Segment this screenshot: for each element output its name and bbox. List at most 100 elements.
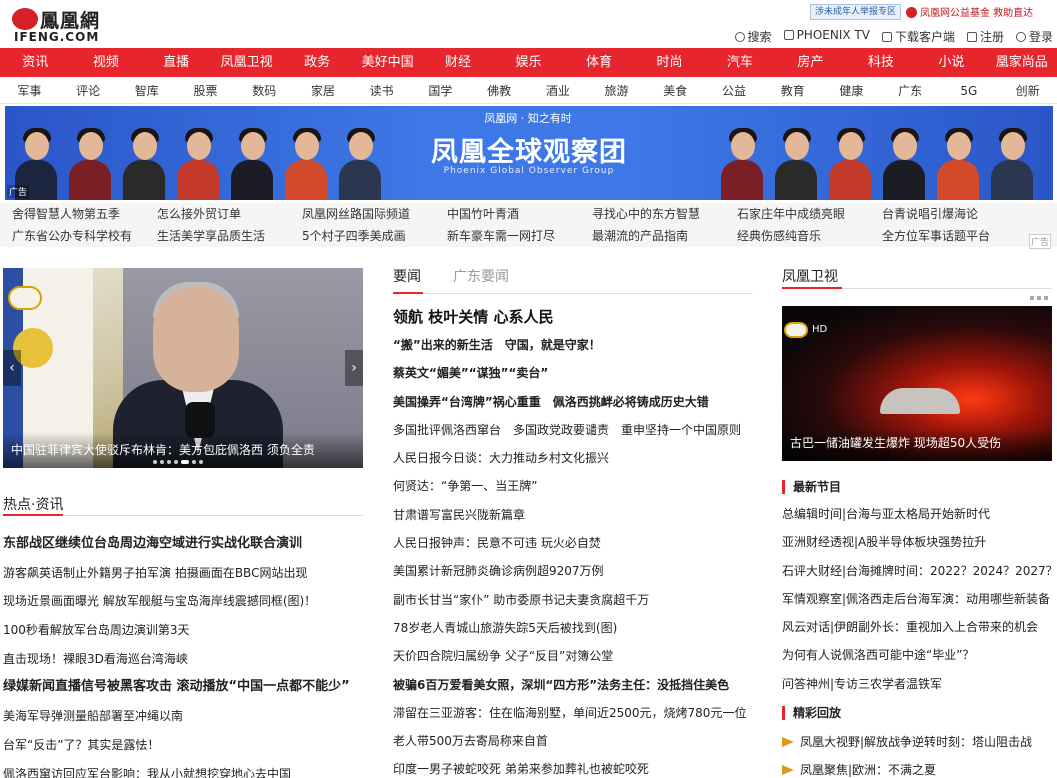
ad-link[interactable]: 石家庄年中成绩亮眼 [725,203,870,225]
new-show-item[interactable]: 军情观察室|佩洛西走后台海军演：动用哪些新装备 [782,585,1052,613]
ad-link[interactable]: 怎么接外贸订单 [145,203,290,225]
carousel-dot[interactable] [174,460,178,464]
headline-item[interactable]: 蔡英文“媚美”“谋独”“卖台” [393,359,753,387]
headline-item[interactable]: 美国操弄“台湾牌”祸心重重 佩洛西挑衅必将铸成历史大错 [393,388,753,416]
sub-nav-item[interactable]: 佛教 [470,78,529,103]
minor-report-badge[interactable]: 涉未成年人举报专区 [810,4,902,20]
new-show-item[interactable]: 亚洲财经透视|A股半导体板块强势拉升 [782,528,1052,556]
new-show-item[interactable]: 为何有人说佩洛西可能中途“毕业”？ [782,641,1052,669]
carousel-dot[interactable] [192,460,196,464]
sub-nav-item[interactable]: 公益 [705,78,764,103]
hot-news-item[interactable]: 绿媒新闻直播信号被黑客攻击 滚动播放“中国一点都不能少” [3,673,363,702]
main-nav-item[interactable]: 娱乐 [493,48,563,77]
new-show-item[interactable]: 问答神州|专访三农学者温铁军 [782,670,1052,698]
ad-link[interactable]: 最潮流的产品指南 [580,225,725,247]
video-caption[interactable]: 古巴一储油罐发生爆炸 现场超50人受伤 [790,434,1001,451]
carousel-dot[interactable] [199,460,203,464]
carousel-next-button[interactable]: › [345,350,363,386]
main-nav-item[interactable]: 时尚 [634,48,704,77]
sub-nav-item[interactable]: 酒业 [528,78,587,103]
main-nav-item[interactable]: 资讯 [0,48,70,77]
headline-item[interactable]: 印度一男子被蛇咬死 弟弟来参加葬礼也被蛇咬死 [393,755,753,778]
pager-dot[interactable] [1044,296,1048,300]
sub-nav-item[interactable]: 广东 [881,78,940,103]
carousel-dot[interactable] [153,460,157,464]
ad-link[interactable]: 广东省公办专科学校有 [0,225,145,247]
headline-item[interactable]: 副市长甘当“家仆” 助市委原书记夫妻贪腐超千万 [393,586,753,614]
phoenix-tv-section-title[interactable]: 凤凰卫视 [782,266,838,286]
top-headline[interactable]: 领航 枝叶关情 心系人民 [393,306,553,327]
main-nav-item[interactable]: 小说 [916,48,986,77]
top-nav-register[interactable]: 注册 [966,28,1004,45]
main-nav-item[interactable]: 财经 [423,48,493,77]
hot-news-item[interactable]: 美海军导弹测量船部署至冲绳以南 [3,702,363,731]
carousel-dot[interactable] [160,460,164,464]
carousel-dot[interactable] [167,460,171,464]
replay-item[interactable]: 凤凰大视野|解放战争逆转时刻：塔山阻击战 [782,728,1052,756]
new-show-item[interactable]: 风云对话|伊朗副外长：重视加入上合带来的机会 [782,613,1052,641]
main-nav-item[interactable]: 凤凰卫视 [211,48,281,77]
replay-item[interactable]: 凤凰聚焦|欧洲：不满之夏 [782,756,1052,778]
ad-link[interactable]: 新车豪车需一网打尽 [435,225,580,247]
pager-dot[interactable] [1030,296,1034,300]
sub-nav-item[interactable]: 股票 [176,78,235,103]
pager-dot[interactable] [1037,296,1041,300]
hot-news-item[interactable]: 100秒看解放军台岛周边演训第3天 [3,616,363,645]
hot-news-item[interactable]: 现场近景画面曝光 解放军舰艇与宝岛海岸线震撼同框(图)！ [3,587,363,616]
global-observer-banner[interactable]: 凤凰网 · 知之有时 凤凰全球观察团 Phoenix Global Observ… [5,106,1053,200]
carousel-prev-button[interactable]: ‹ [3,350,21,386]
ifeng-logo[interactable]: 鳳凰網 IFENG.COM [12,6,117,44]
ad-link[interactable]: 5个村子四季美成画 [290,225,435,247]
main-nav-item[interactable]: 房产 [775,48,845,77]
sub-nav-item[interactable]: 教育 [763,78,822,103]
news-carousel[interactable]: 中国驻菲律宾大使驳斥布林肯：美方包庇佩洛西 须负全责 ‹ › [3,268,363,468]
charity-link[interactable]: 凤凰网公益基金 救助直达 [906,4,1033,19]
main-nav-item[interactable]: 视频 [70,48,140,77]
headline-item[interactable]: 78岁老人青城山旅游失踪5天后被找到(图) [393,614,753,642]
hot-news-item[interactable]: 东部战区继续位台岛周边海空域进行实战化联合演训 [3,530,363,559]
headline-item[interactable]: 多国批评佩洛西窜台 多国政党政要谴责 重申坚持一个中国原则 [393,416,753,444]
hot-news-item[interactable]: 游客飙英语制止外籍男子拍军演 拍摄画面在BBC网站出现 [3,559,363,588]
video-pager-dots[interactable] [1030,296,1048,300]
sub-nav-item[interactable]: 5G [940,78,999,103]
featured-video[interactable]: HD 古巴一储油罐发生爆炸 现场超50人受伤 [782,306,1052,461]
main-nav-item[interactable]: 直播 [141,48,211,77]
main-nav-item[interactable]: 凰家尚品 [987,48,1057,77]
ad-link[interactable]: 凤凰网丝路国际频道 [290,203,435,225]
ad-link[interactable]: 全方位军事话题平台 [870,225,1015,247]
ad-link[interactable]: 寻找心中的东方智慧 [580,203,725,225]
headline-item[interactable]: 何贤达：“争第一、当王牌” [393,472,753,500]
hot-news-item[interactable]: 台军“反击”了？其实是露怯！ [3,731,363,760]
top-nav-phoenix-tv[interactable]: PHOENIX TV [783,28,870,45]
sub-nav-item[interactable]: 军事 [0,78,59,103]
sub-nav-item[interactable]: 健康 [822,78,881,103]
carousel-dot[interactable] [181,460,189,464]
carousel-dots[interactable] [153,460,203,464]
ad-link[interactable]: 舍得智慧人物第五季 [0,203,145,225]
sub-nav-item[interactable]: 评论 [59,78,118,103]
headline-item[interactable]: “搬”出来的新生活 守国，就是守家！ [393,331,753,359]
hot-news-item[interactable]: 直击现场！裸眼3D看海巡台湾海峡 [3,645,363,674]
tab-headlines[interactable]: 要闻 [393,266,421,286]
carousel-caption[interactable]: 中国驻菲律宾大使驳斥布林肯：美方包庇佩洛西 须负全责 [11,441,315,458]
new-show-item[interactable]: 总编辑时间|台海与亚太格局开始新时代 [782,500,1052,528]
top-nav-download[interactable]: 下载客户端 [881,28,955,45]
headline-item[interactable]: 天价四合院归属纷争 父子“反目”对簿公堂 [393,642,753,670]
hot-news-item[interactable]: 佩洛西窜访回应军台影响：我从小就想挖穿地心去中国 [3,760,363,778]
sub-nav-item[interactable]: 国学 [411,78,470,103]
headline-item[interactable]: 人民日报今日谈：大力推动乡村文化振兴 [393,444,753,472]
headline-item[interactable]: 甘肃谱写富民兴陇新篇章 [393,501,753,529]
sub-nav-item[interactable]: 旅游 [587,78,646,103]
new-show-item[interactable]: 石评大财经|台海摊牌时间：2022？2024？2027？ [782,557,1057,585]
ad-link[interactable]: 中国竹叶青酒 [435,203,580,225]
tab-guangdong[interactable]: 广东要闻 [453,266,509,286]
headline-item[interactable]: 美国累计新冠肺炎确诊病例超9207万例 [393,557,753,585]
ad-link[interactable]: 经典伤感纯音乐 [725,225,870,247]
headline-item[interactable]: 被骗6百万爱看美女照，深圳“四方形”法务主任：没抵挡住美色 [393,671,753,699]
main-nav-item[interactable]: 体育 [564,48,634,77]
sub-nav-item[interactable]: 美食 [646,78,705,103]
hot-news-title[interactable]: 热点·资讯 [3,494,63,514]
headline-item[interactable]: 人民日报钟声：民意不可违 玩火必自焚 [393,529,753,557]
sub-nav-item[interactable]: 读书 [352,78,411,103]
headline-item[interactable]: 老人带500万去寄局称来自首 [393,727,753,755]
